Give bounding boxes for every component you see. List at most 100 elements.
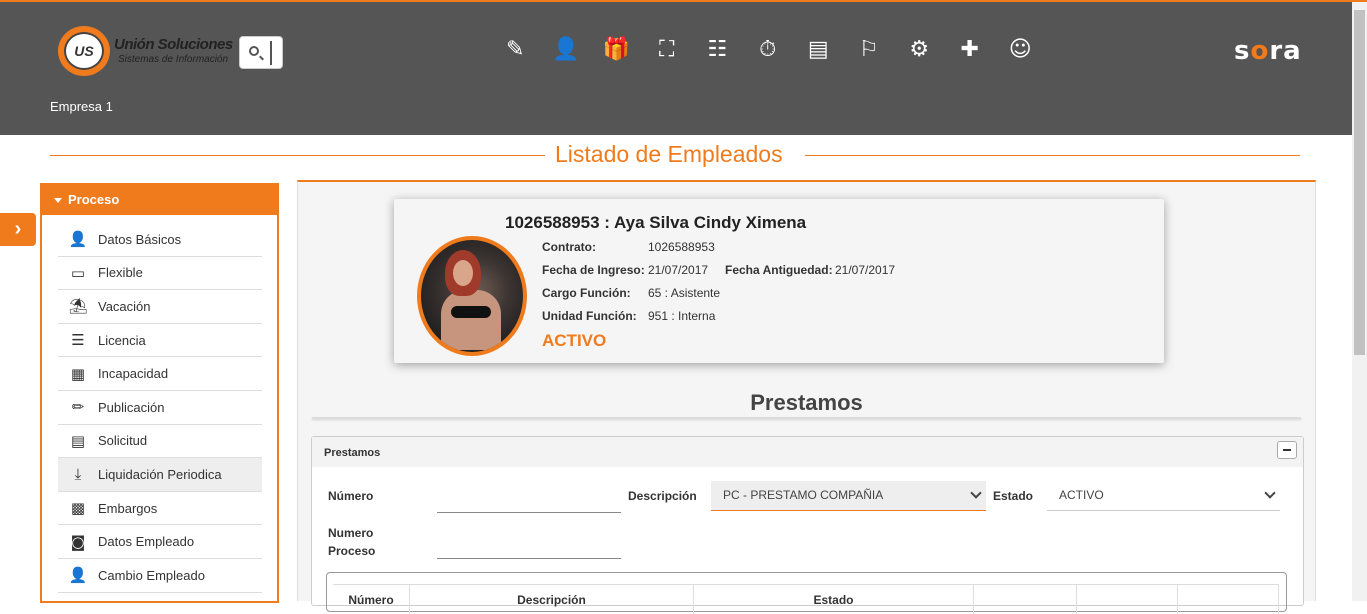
ingreso-value: 21/07/2017 bbox=[648, 263, 709, 277]
chevron-down-icon bbox=[970, 487, 982, 499]
building-icon: ▦ bbox=[70, 364, 86, 383]
module-icon-bar: ✎ 👤 🎁 ⛶ ☷ ⏱ ▤ ⚐ ⚙ ✚ ☺ bbox=[490, 34, 1046, 64]
numero-proceso-label-line2: Proceso bbox=[328, 544, 376, 558]
search-button[interactable] bbox=[239, 36, 283, 69]
sidebar-item-label: Embargos bbox=[98, 500, 158, 516]
sidebar-header[interactable]: Proceso bbox=[42, 183, 277, 215]
sidebar-item-label: Datos Empleado bbox=[98, 534, 195, 550]
employee-icon[interactable]: 👤 bbox=[541, 34, 592, 64]
contrato-label: Contrato: bbox=[542, 240, 596, 254]
timer-icon[interactable]: ⏱ bbox=[743, 34, 794, 64]
cargo-value: 65 : Asistente bbox=[648, 286, 721, 300]
column-header-6[interactable] bbox=[1178, 585, 1279, 614]
search-icon bbox=[249, 46, 259, 56]
estado-select-value: ACTIVO bbox=[1059, 488, 1104, 502]
beach-chair-icon: ⛱ bbox=[68, 297, 88, 316]
person-swap-icon: 👤 bbox=[68, 566, 88, 585]
antiguedad-label: Fecha Antiguedad: bbox=[725, 263, 833, 277]
calculator-icon: ▩ bbox=[70, 499, 86, 518]
caret-down-icon bbox=[54, 198, 62, 204]
company-name[interactable]: Empresa 1 bbox=[50, 99, 113, 114]
sidebar-header-label: Proceso bbox=[68, 192, 120, 207]
support-team-icon[interactable]: ☺ bbox=[995, 34, 1046, 64]
descripcion-select-value: PC - PRESTAMO COMPAÑIA bbox=[723, 488, 884, 502]
section-title: Prestamos bbox=[750, 390, 863, 415]
sidebar-item-incapacidad[interactable]: ▦ Incapacidad bbox=[58, 357, 262, 391]
avatar-clothing bbox=[451, 306, 491, 318]
title-left-line bbox=[50, 155, 545, 156]
sidebar-item-label: Cambio Empleado bbox=[98, 567, 205, 583]
page-scrollbar[interactable] bbox=[1352, 2, 1367, 601]
numero-proceso-input[interactable] bbox=[437, 535, 621, 559]
panel-header: Prestamos bbox=[312, 437, 1303, 467]
edit-doc-icon[interactable]: ✎ bbox=[490, 34, 541, 64]
column-header-descripcion[interactable]: Descripción bbox=[410, 585, 694, 614]
column-header-estado[interactable]: Estado bbox=[694, 585, 974, 614]
column-header-5[interactable] bbox=[1077, 585, 1178, 614]
person-icon: 👤 bbox=[68, 230, 88, 249]
section-divider bbox=[312, 417, 1301, 419]
sidebar-item-label: Flexible bbox=[98, 265, 143, 281]
download-icon: ⤓ bbox=[74, 465, 82, 484]
page-title: Listado de Empleados bbox=[555, 141, 783, 167]
avatar-face bbox=[453, 260, 473, 286]
sidebar-item-publicacion[interactable]: ✏ Publicación bbox=[58, 391, 262, 425]
top-header: US Unión Soluciones Sistemas de Informac… bbox=[0, 2, 1352, 135]
employee-avatar bbox=[417, 236, 527, 356]
sidebar-item-label: Solicitud bbox=[98, 433, 148, 449]
numero-input[interactable] bbox=[437, 489, 621, 513]
gears-icon[interactable]: ⚙ bbox=[894, 34, 945, 64]
sidebar-item-licencia[interactable]: ☰ Licencia bbox=[58, 324, 262, 358]
sidebar-item-datos-empleado[interactable]: ◙ Datos Empleado bbox=[58, 525, 262, 559]
column-header-numero[interactable]: Número bbox=[333, 585, 410, 614]
column-header-4[interactable] bbox=[974, 585, 1077, 614]
brand-subtitle: Sistemas de Información bbox=[118, 54, 229, 65]
sidebar-item-flexible[interactable]: ▭ Flexible bbox=[58, 257, 262, 291]
org-chart-icon[interactable]: ⛶ bbox=[642, 34, 693, 64]
antiguedad-value: 21/07/2017 bbox=[835, 263, 896, 277]
sidebar-toggle-button[interactable]: › bbox=[0, 213, 36, 246]
numero-label: Número bbox=[328, 489, 374, 503]
sidebar-item-label: Incapacidad bbox=[98, 366, 169, 382]
status-badge: ACTIVO bbox=[542, 331, 607, 350]
sidebar-item-label: Vacación bbox=[98, 298, 151, 314]
title-right-line bbox=[805, 155, 1300, 156]
descripcion-select[interactable]: PC - PRESTAMO COMPAÑIA bbox=[711, 481, 986, 511]
table-header-row: Número Descripción Estado bbox=[333, 584, 1279, 614]
unidad-label: Unidad Función: bbox=[542, 309, 637, 323]
money-icon: ▭ bbox=[70, 263, 86, 282]
scrollbar-thumb[interactable] bbox=[1354, 10, 1365, 355]
page-title-row: Listado de Empleados bbox=[50, 140, 1300, 170]
gift-icon[interactable]: 🎁 bbox=[591, 34, 642, 64]
sora-logo-s: s bbox=[1234, 36, 1251, 66]
contrato-value: 1026588953 bbox=[648, 240, 715, 254]
presentation-icon[interactable]: ⚐ bbox=[844, 34, 895, 64]
sidebar-item-label: Licencia bbox=[98, 332, 146, 348]
process-sidebar: Proceso 👤 Datos Básicos ▭ Flexible ⛱ Vacaci… bbox=[40, 183, 279, 603]
ingreso-label: Fecha de Ingreso: bbox=[542, 263, 645, 277]
sidebar-item-embargos[interactable]: ▩ Embargos bbox=[58, 492, 262, 526]
chevron-right-icon: › bbox=[14, 218, 22, 240]
sidebar-item-cambio-empleado[interactable]: 👤 Cambio Empleado bbox=[58, 559, 262, 593]
collapse-button[interactable] bbox=[1277, 441, 1297, 459]
sora-logo-o: o bbox=[1250, 36, 1270, 66]
estado-label: Estado bbox=[993, 489, 1034, 503]
medical-kit-icon[interactable]: ✚ bbox=[945, 34, 996, 64]
sidebar-item-label: Liquidación Periodica bbox=[98, 466, 222, 482]
pencil-icon: ✏ bbox=[71, 398, 85, 417]
form-icon: ▤ bbox=[70, 431, 86, 450]
list-doc-icon: ☰ bbox=[71, 331, 85, 350]
chevron-down-icon bbox=[1264, 487, 1276, 499]
id-card-icon[interactable]: ☷ bbox=[692, 34, 743, 64]
sidebar-item-datos-basicos[interactable]: 👤 Datos Básicos bbox=[58, 223, 262, 257]
estado-select[interactable]: ACTIVO bbox=[1047, 481, 1280, 511]
sidebar-item-vacacion[interactable]: ⛱ Vacación bbox=[58, 290, 262, 324]
document-list-icon[interactable]: ▤ bbox=[793, 34, 844, 64]
cargo-label: Cargo Función: bbox=[542, 286, 631, 300]
sidebar-item-liquidacion-periodica[interactable]: ⤓ Liquidación Periodica bbox=[58, 458, 262, 492]
sidebar-item-label: Publicación bbox=[98, 399, 165, 415]
sidebar-item-solicitud[interactable]: ▤ Solicitud bbox=[58, 425, 262, 459]
union-soluciones-logo[interactable]: US bbox=[58, 26, 110, 76]
search-divider bbox=[270, 41, 272, 65]
logo-mark: US bbox=[64, 32, 104, 70]
